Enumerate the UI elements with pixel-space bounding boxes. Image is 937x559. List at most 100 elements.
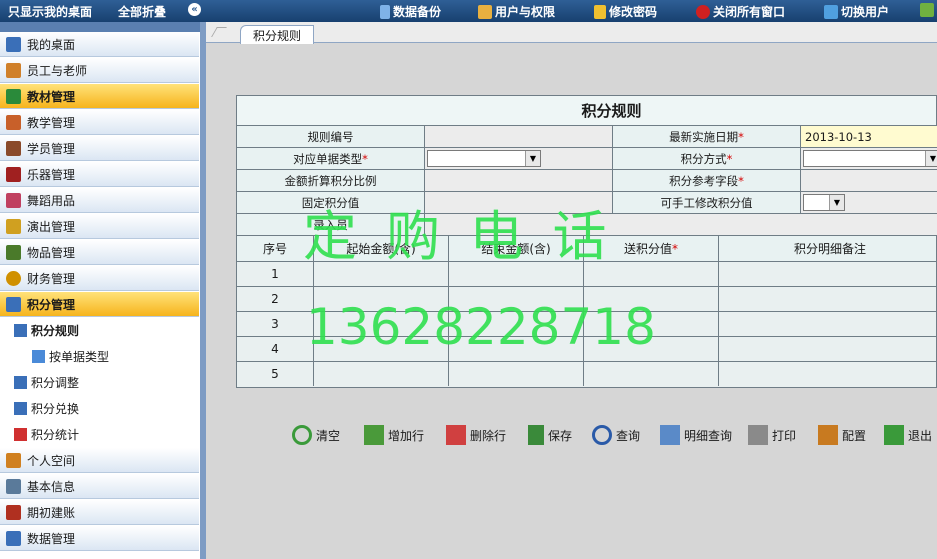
stats-icon bbox=[14, 428, 27, 441]
clear-button[interactable]: 清空 bbox=[292, 425, 340, 445]
exit-button[interactable]: 退出 bbox=[884, 425, 932, 445]
change-password-button[interactable]: 修改密码 bbox=[594, 3, 657, 20]
sidebar-item-label: 数据管理 bbox=[27, 531, 76, 546]
doc-type-select[interactable]: ▼ bbox=[427, 150, 541, 167]
detail-query-button[interactable]: 明细查询 bbox=[660, 425, 732, 445]
table-row[interactable]: 1 bbox=[237, 262, 936, 287]
form-row: 对应单据类型 * ▼ 积分方式 * ▼ bbox=[237, 148, 937, 170]
sidebar-item-goods[interactable]: 物品管理 bbox=[0, 240, 199, 265]
table-row[interactable]: 4 bbox=[237, 337, 936, 362]
start-amount-cell[interactable] bbox=[314, 262, 449, 286]
required-mark: * bbox=[738, 173, 744, 188]
sidebar-sub-by-doc-type[interactable]: 按单据类型 bbox=[0, 344, 199, 369]
config-button[interactable]: 配置 bbox=[818, 425, 866, 445]
remark-cell[interactable] bbox=[719, 262, 937, 286]
change-password-label: 修改密码 bbox=[609, 5, 658, 19]
sidebar-item-label: 演出管理 bbox=[27, 219, 76, 234]
points-cell[interactable] bbox=[584, 287, 719, 311]
manual-edit-select[interactable]: ▼ bbox=[803, 194, 845, 211]
table-row[interactable]: 3 bbox=[237, 312, 936, 337]
manual-edit-cell: ▼ bbox=[801, 192, 937, 213]
sidebar-item-label: 期初建账 bbox=[27, 505, 76, 520]
sidebar: 我的桌面 员工与老师 教材管理 教学管理 学员管理 乐器管理 舞蹈用品 演出管理… bbox=[0, 22, 206, 559]
sidebar-item-basic-info[interactable]: 基本信息 bbox=[0, 474, 199, 499]
end-amount-cell[interactable] bbox=[449, 312, 584, 336]
delete-row-button[interactable]: 删除行 bbox=[446, 425, 506, 445]
fixed-points-field[interactable] bbox=[425, 192, 613, 213]
end-amount-cell[interactable] bbox=[449, 337, 584, 361]
table-row[interactable]: 5 bbox=[237, 362, 936, 387]
query-button[interactable]: 查询 bbox=[592, 425, 640, 445]
points-method-cell: ▼ bbox=[801, 148, 937, 169]
points-cell[interactable] bbox=[584, 337, 719, 361]
save-button[interactable]: 保存 bbox=[528, 425, 572, 445]
sidebar-item-textbooks[interactable]: 教材管理 bbox=[0, 84, 199, 109]
remark-cell[interactable] bbox=[719, 337, 937, 361]
start-amount-cell[interactable] bbox=[314, 337, 449, 361]
data-backup-button[interactable]: 数据备份 bbox=[380, 3, 441, 20]
sidebar-item-label: 舞蹈用品 bbox=[27, 193, 76, 208]
end-amount-cell[interactable] bbox=[449, 362, 584, 386]
grid-header-remark: 积分明细备注 bbox=[793, 242, 866, 256]
sidebar-item-instruments[interactable]: 乐器管理 bbox=[0, 162, 199, 187]
sidebar-item-data-manage[interactable]: 数据管理 bbox=[0, 526, 199, 551]
remark-cell[interactable] bbox=[719, 362, 937, 386]
overflow-icon[interactable] bbox=[920, 3, 937, 17]
sidebar-item-performance[interactable]: 演出管理 bbox=[0, 214, 199, 239]
points-method-select[interactable]: ▼ bbox=[803, 150, 937, 167]
points-cell[interactable] bbox=[584, 362, 719, 386]
chevron-down-icon[interactable]: ▼ bbox=[525, 151, 540, 166]
sidebar-item-points[interactable]: 积分管理 bbox=[0, 292, 199, 317]
sidebar-item-staff[interactable]: 员工与老师 bbox=[0, 58, 199, 83]
entry-field[interactable] bbox=[425, 214, 937, 235]
end-amount-cell[interactable] bbox=[449, 262, 584, 286]
switch-user-button[interactable]: 切换用户 bbox=[824, 3, 889, 20]
sidebar-item-dance[interactable]: 舞蹈用品 bbox=[0, 188, 199, 213]
close-all-button[interactable]: 关闭所有窗口 bbox=[696, 3, 785, 20]
sidebar-item-personal[interactable]: 个人空间 bbox=[0, 448, 199, 473]
chevron-down-icon[interactable]: ▼ bbox=[829, 195, 844, 210]
sidebar-item-label: 学员管理 bbox=[27, 141, 76, 156]
sidebar-item-teaching[interactable]: 教学管理 bbox=[0, 110, 199, 135]
collapse-all-button[interactable]: 全部折叠 bbox=[118, 3, 166, 20]
start-amount-cell[interactable] bbox=[314, 312, 449, 336]
points-cell[interactable] bbox=[584, 262, 719, 286]
close-all-label: 关闭所有窗口 bbox=[713, 5, 786, 19]
latest-date-label: 最新实施日期 * bbox=[613, 126, 801, 147]
latest-date-field[interactable]: 2013-10-13 bbox=[801, 126, 937, 147]
sidebar-sub-points-rule[interactable]: 积分规则 bbox=[0, 318, 199, 343]
chevron-down-icon[interactable]: ▼ bbox=[925, 151, 937, 166]
users-rights-button[interactable]: 用户与权限 bbox=[478, 3, 555, 20]
start-amount-cell[interactable] bbox=[314, 362, 449, 386]
sidebar-item-students[interactable]: 学员管理 bbox=[0, 136, 199, 161]
start-amount-cell[interactable] bbox=[314, 287, 449, 311]
exit-button-label: 退出 bbox=[908, 428, 933, 443]
show-desktop-button[interactable]: 只显示我的桌面 bbox=[8, 3, 92, 20]
remark-cell[interactable] bbox=[719, 312, 937, 336]
end-amount-cell[interactable] bbox=[449, 287, 584, 311]
points-field-field[interactable] bbox=[801, 170, 937, 191]
sidebar-sub-points-adjust[interactable]: 积分调整 bbox=[0, 370, 199, 395]
add-row-button[interactable]: 增加行 bbox=[364, 425, 424, 445]
sidebar-item-opening-ledger[interactable]: 期初建账 bbox=[0, 500, 199, 525]
print-button[interactable]: 打印 bbox=[748, 425, 796, 445]
key-icon bbox=[594, 4, 606, 19]
sidebar-sub-points-stats[interactable]: 积分统计 bbox=[0, 422, 199, 447]
tab-points-rule[interactable]: 积分规则 bbox=[240, 25, 314, 44]
grid-header-points-text: 送积分值 bbox=[623, 242, 672, 256]
amount-ratio-field[interactable] bbox=[425, 170, 613, 191]
rule-no-field[interactable] bbox=[425, 126, 613, 147]
tab-scroll-left-icon[interactable] bbox=[211, 27, 227, 37]
required-mark: * bbox=[362, 151, 368, 166]
sidebar-item-label: 积分规则 bbox=[31, 324, 80, 338]
remark-cell[interactable] bbox=[719, 287, 937, 311]
exit-icon bbox=[884, 425, 904, 445]
points-cell[interactable] bbox=[584, 312, 719, 336]
points-rule-form: 积分规则 规则编号 最新实施日期 * 2013-10-13 对应单据类型 * ▼ 积… bbox=[236, 95, 937, 388]
table-row[interactable]: 2 bbox=[237, 287, 936, 312]
add-row-icon bbox=[364, 425, 384, 445]
sidebar-item-my-desktop[interactable]: 我的桌面 bbox=[0, 32, 199, 57]
sidebar-item-finance[interactable]: 财务管理 bbox=[0, 266, 199, 291]
sidebar-sub-points-exchange[interactable]: 积分兑换 bbox=[0, 396, 199, 421]
collapse-sidebar-button[interactable]: « bbox=[188, 3, 201, 16]
